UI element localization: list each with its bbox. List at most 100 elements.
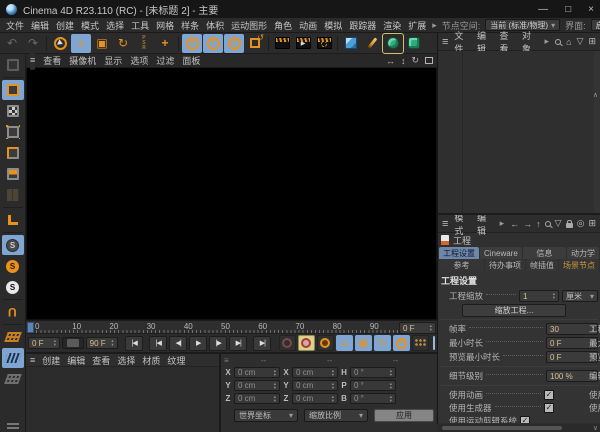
spinner-icon[interactable]: ▴▾ — [111, 339, 113, 347]
project-scale-field[interactable]: 1 ▴▾ — [519, 290, 559, 302]
record-parameter-icon[interactable]: P — [393, 335, 410, 351]
menu-file[interactable]: 文件 — [5, 19, 25, 32]
prev-frame-button[interactable]: ◀| — [169, 336, 187, 351]
am-horizontal-scrollbar[interactable]: ∨ — [437, 424, 600, 432]
vp-menu-filter[interactable]: 过滤 — [156, 54, 174, 67]
scroll-handle[interactable] — [433, 336, 435, 350]
timeline-ruler[interactable]: 0 10 20 30 40 50 60 70 80 90 0 F ▴▾ — [26, 320, 437, 333]
home-icon[interactable]: ⌂ — [566, 37, 571, 47]
prev-key-button[interactable]: |◀ — [149, 336, 167, 351]
dolly-view-icon[interactable]: ↕ — [401, 56, 406, 66]
menu-tools[interactable]: 工具 — [130, 19, 150, 32]
render-settings-icon[interactable] — [314, 34, 334, 53]
hamburger-icon[interactable]: ≡ — [30, 355, 35, 365]
size-mode-dropdown[interactable]: 缩放比例▾ — [304, 409, 368, 422]
autokey-icon[interactable] — [298, 335, 315, 351]
lock-x-axis-icon[interactable]: X — [182, 34, 202, 53]
search-icon[interactable] — [555, 39, 561, 45]
apply-button[interactable]: 应用 — [374, 409, 434, 422]
vp-menu-panel[interactable]: 面板 — [182, 54, 200, 67]
menu-spline[interactable]: 样条 — [180, 19, 200, 32]
hamburger-icon[interactable]: ≡ — [442, 218, 448, 230]
rotate-view-icon[interactable]: ↻ — [411, 55, 419, 66]
mat-menu-view[interactable]: 查看 — [92, 354, 110, 367]
menu-edit[interactable]: 编辑 — [30, 19, 50, 32]
pen-spline-icon[interactable] — [362, 34, 382, 53]
expander-icon[interactable]: ▸ — [432, 20, 437, 31]
filter-icon[interactable]: ▽ — [555, 218, 562, 229]
live-selection-icon[interactable] — [50, 34, 70, 53]
play-button[interactable]: ▶ — [189, 336, 207, 351]
record-position-icon[interactable]: ↔↕ — [336, 335, 353, 351]
range-slider[interactable] — [62, 337, 84, 349]
size-z-field[interactable]: 0 cm▴▾ — [292, 393, 338, 404]
goto-start-button[interactable]: |◀ — [125, 336, 143, 351]
mat-menu-create[interactable]: 创建 — [42, 354, 60, 367]
keyframe-selection-icon[interactable] — [317, 335, 334, 351]
menu-animate[interactable]: 动画 — [298, 19, 318, 32]
parent-icon[interactable]: ↑ — [536, 219, 541, 229]
planar-workplane-icon[interactable] — [2, 369, 24, 389]
coordinate-system-icon[interactable] — [245, 34, 265, 53]
snap-magnet-icon[interactable]: U — [2, 302, 24, 322]
rotate-tool-icon[interactable]: ↻ — [113, 34, 133, 53]
target-icon[interactable]: ◎ — [577, 218, 585, 229]
psr-flyout-icon[interactable]: PSR — [134, 34, 154, 53]
menu-mesh[interactable]: 网格 — [155, 19, 175, 32]
playhead-marker[interactable] — [27, 322, 34, 333]
search-icon[interactable] — [545, 221, 551, 227]
mat-menu-select[interactable]: 选择 — [117, 354, 135, 367]
subdivision-surface-icon[interactable] — [383, 34, 403, 53]
vp-menu-view[interactable]: 查看 — [43, 54, 61, 67]
unit-dropdown[interactable]: 厘米 ▾ — [562, 290, 598, 302]
move-tool-icon[interactable]: ↔↕ — [71, 34, 91, 53]
tweak-mode-icon[interactable] — [2, 185, 24, 205]
scroll-up-icon[interactable]: ∧ — [593, 91, 598, 99]
next-key-button[interactable]: ▶| — [229, 336, 247, 351]
size-x-field[interactable]: 0 cm▴▾ — [292, 367, 338, 378]
object-manager-list[interactable] — [438, 51, 600, 215]
menu-volume[interactable]: 体积 — [205, 19, 225, 32]
lock-icon[interactable] — [566, 223, 573, 228]
hamburger-icon[interactable]: ≡ — [224, 356, 229, 365]
last-tool-icon[interactable]: + — [155, 34, 175, 53]
edges-mode-icon[interactable] — [2, 143, 24, 163]
add-cube-icon[interactable] — [341, 34, 361, 53]
range-end-field[interactable]: 90 F ▴▾ — [86, 337, 118, 349]
record-pla-icon[interactable] — [412, 335, 429, 351]
menu-simulate[interactable]: 模拟 — [323, 19, 343, 32]
size-y-field[interactable]: 0 cm▴▾ — [292, 380, 338, 391]
expander-icon[interactable]: ▸ — [545, 36, 550, 47]
use-animation-checkbox[interactable]: ✓ — [544, 390, 554, 400]
tab-scene-nodes[interactable]: 场景节点 — [559, 259, 599, 271]
render-view-icon[interactable] — [272, 34, 292, 53]
pos-y-field[interactable]: 0 cm▴▾ — [234, 380, 280, 391]
lock-y-axis-icon[interactable]: Y — [203, 34, 223, 53]
use-generators-checkbox[interactable]: ✓ — [544, 403, 554, 413]
current-frame-field[interactable]: 0 F ▴▾ — [399, 322, 436, 334]
tab-reference[interactable]: 参考 — [439, 259, 484, 271]
range-start-field[interactable]: 0 F ▴▾ — [28, 337, 60, 349]
undo-icon[interactable]: ↶ — [2, 34, 22, 53]
toggle-view-icon[interactable] — [425, 57, 433, 64]
mat-menu-edit[interactable]: 编辑 — [67, 354, 85, 367]
workplane-icon[interactable] — [2, 327, 24, 347]
tab-project-settings[interactable]: 工程设置 — [439, 247, 479, 259]
menu-render[interactable]: 渲染 — [382, 19, 402, 32]
scroll-down-icon[interactable]: ∨ — [593, 424, 600, 432]
viewport-canvas[interactable] — [26, 68, 437, 320]
menu-select[interactable]: 选择 — [105, 19, 125, 32]
rot-h-field[interactable]: 0 °▴▾ — [350, 367, 396, 378]
close-button[interactable]: × — [588, 4, 594, 15]
redo-icon[interactable]: ↷ — [23, 34, 43, 53]
use-motion-system-checkbox[interactable]: ✓ — [520, 416, 530, 424]
bend-deformer-icon[interactable] — [404, 34, 424, 53]
palette-grip[interactable] — [7, 423, 19, 429]
vp-menu-camera[interactable]: 摄像机 — [69, 54, 96, 67]
points-mode-icon[interactable] — [2, 122, 24, 142]
rot-b-field[interactable]: 0 °▴▾ — [350, 393, 396, 404]
tab-keyframe-interp[interactable]: 帧插值 — [526, 259, 558, 271]
scrollbar-thumb[interactable] — [442, 426, 562, 430]
menu-mode[interactable]: 模式 — [80, 19, 100, 32]
lock-workplane-icon[interactable] — [2, 348, 24, 368]
